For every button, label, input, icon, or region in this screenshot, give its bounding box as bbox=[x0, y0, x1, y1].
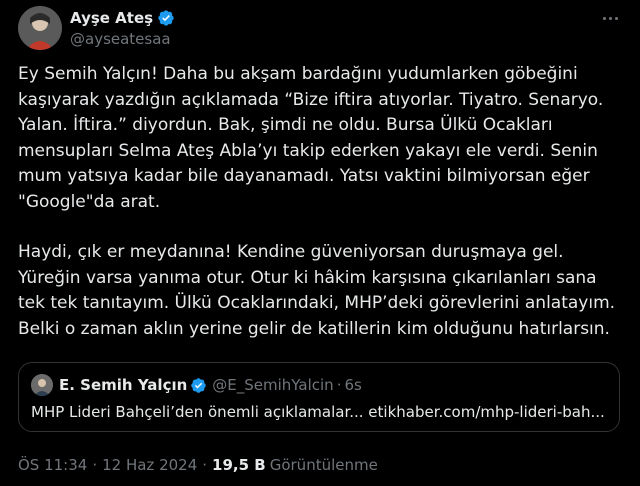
tweet-meta: ÖS 11:34 · 12 Haz 2024 · 19,5 B Görüntül… bbox=[18, 456, 378, 474]
separator-dot: · bbox=[336, 376, 342, 394]
tweet-time[interactable]: ÖS 11:34 bbox=[18, 456, 87, 474]
quoted-tweet-time[interactable]: 6s bbox=[344, 376, 361, 394]
author-display-name[interactable]: Ayşe Ateş bbox=[70, 9, 153, 27]
separator-dot: · bbox=[202, 456, 208, 474]
quoted-author-handle[interactable]: @E_SemihYalcin bbox=[212, 376, 333, 394]
verified-badge-icon bbox=[158, 10, 174, 26]
tweet-date[interactable]: 12 Haz 2024 bbox=[102, 456, 197, 474]
tweet-body: Ey Semih Yalçın! Daha bu akşam bardağını… bbox=[18, 62, 628, 342]
quoted-tweet-card[interactable]: E. Semih Yalçın @E_SemihYalcin · 6s MHP … bbox=[18, 362, 620, 432]
quoted-author-name[interactable]: E. Semih Yalçın bbox=[59, 376, 187, 394]
tweet-paragraph: Ey Semih Yalçın! Daha bu akşam bardağını… bbox=[18, 64, 604, 212]
quoted-tweet-text: MHP Lideri Bahçeli’den önemli açıklamala… bbox=[31, 403, 605, 421]
separator-dot: · bbox=[92, 456, 98, 474]
tweet-header: Ayşe Ateş @ayseatesaa bbox=[18, 6, 622, 54]
author-handle[interactable]: @ayseatesaa bbox=[70, 30, 171, 48]
more-options-icon[interactable] bbox=[598, 8, 622, 28]
views-count[interactable]: 19,5 B bbox=[212, 456, 266, 474]
tweet-paragraph: Haydi, çık er meydanına! Kendine güveniy… bbox=[18, 242, 616, 339]
author-avatar[interactable] bbox=[18, 6, 62, 50]
quoted-verified-badge-icon bbox=[191, 377, 207, 393]
quoted-author-avatar[interactable] bbox=[31, 374, 53, 396]
views-label: Görüntülenme bbox=[269, 456, 378, 474]
